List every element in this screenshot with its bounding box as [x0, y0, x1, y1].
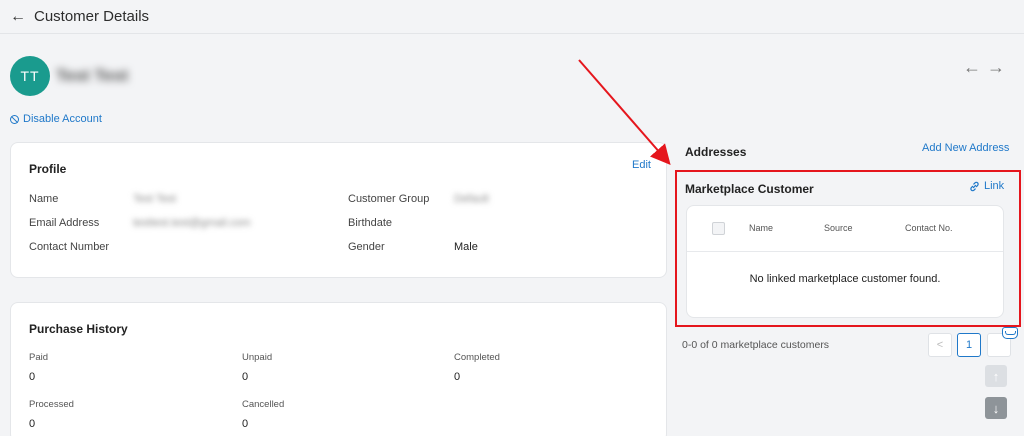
contact-number-label: Contact Number	[29, 241, 110, 253]
gender-value: Male	[454, 241, 478, 253]
avatar: TT	[10, 56, 50, 96]
disable-account-label: Disable Account	[23, 113, 102, 125]
marketplace-customer-table: Name Source Contact No. No linked market…	[686, 205, 1004, 318]
link-marketplace-button[interactable]: Link	[969, 180, 1004, 192]
previous-record-icon[interactable]: ←	[960, 57, 984, 78]
pagination-summary: 0-0 of 0 marketplace customers	[682, 339, 830, 351]
cancelled-value: 0	[242, 418, 249, 430]
disable-account-link[interactable]: Disable Account	[10, 113, 102, 125]
column-header-source[interactable]: Source	[824, 223, 853, 233]
profile-card: Profile Edit Name Test Test Email Addres…	[10, 142, 667, 278]
column-header-contact[interactable]: Contact No.	[905, 223, 953, 233]
customer-group-label: Customer Group	[348, 193, 430, 205]
customer-group-value: Default	[454, 193, 489, 205]
scroll-down-button[interactable]: ↓	[985, 397, 1007, 419]
empty-state-message: No linked marketplace customer found.	[749, 273, 941, 285]
name-label: Name	[29, 193, 59, 205]
column-header-name[interactable]: Name	[749, 223, 773, 233]
processed-value: 0	[29, 418, 36, 430]
page-title: Customer Details	[34, 8, 150, 25]
marketplace-customer-title: Marketplace Customer	[685, 182, 814, 196]
paid-label: Paid	[29, 352, 49, 363]
completed-label: Completed	[454, 352, 500, 363]
back-arrow-icon[interactable]: ←	[10, 9, 26, 25]
select-all-checkbox[interactable]	[712, 222, 725, 235]
scroll-up-button[interactable]: ↑	[985, 365, 1007, 387]
name-value: Test Test	[133, 193, 177, 205]
avatar-initials: TT	[20, 68, 40, 84]
record-navigation: ← →	[960, 57, 1008, 78]
profile-title: Profile	[29, 162, 67, 176]
link-icon	[970, 181, 979, 191]
processed-label: Processed	[29, 399, 74, 410]
cancelled-label: Cancelled	[242, 399, 285, 410]
unpaid-value: 0	[242, 371, 249, 383]
gender-label: Gender	[348, 241, 385, 253]
next-record-icon[interactable]: →	[984, 57, 1008, 78]
table-divider	[687, 251, 1003, 252]
purchase-history-title: Purchase History	[29, 322, 128, 336]
inbox-icon[interactable]	[1002, 327, 1018, 339]
page-1-button[interactable]: 1	[957, 333, 981, 357]
add-new-address-link[interactable]: Add New Address	[922, 142, 1009, 154]
paid-value: 0	[29, 371, 36, 383]
top-bar: ← Customer Details	[0, 0, 1024, 34]
previous-page-button[interactable]: <	[928, 333, 952, 357]
email-label: Email Address	[29, 217, 100, 229]
link-label: Link	[984, 180, 1005, 192]
unpaid-label: Unpaid	[242, 352, 273, 363]
block-icon	[10, 114, 19, 124]
birthdate-label: Birthdate	[348, 217, 393, 229]
edit-profile-link[interactable]: Edit	[632, 159, 651, 171]
completed-value: 0	[454, 371, 461, 383]
email-value: testtest.test@gmail.com	[133, 217, 251, 229]
customer-name: Test Test	[56, 66, 129, 85]
purchase-history-card: Purchase History Paid 0 Unpaid 0 Complet…	[10, 302, 667, 436]
addresses-title: Addresses	[685, 145, 747, 159]
